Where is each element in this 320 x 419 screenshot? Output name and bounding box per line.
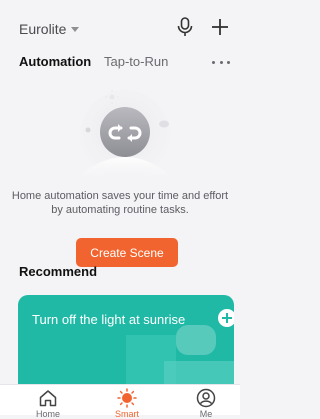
home-selector[interactable]: Eurolite — [19, 21, 80, 37]
bottom-nav: Home Smart Me — [0, 384, 240, 419]
card-decoration — [176, 325, 216, 355]
plus-icon[interactable] — [210, 17, 230, 37]
home-icon — [39, 390, 57, 407]
more-dot-icon — [212, 60, 215, 64]
more-dot-icon — [227, 60, 230, 64]
add-recommendation-icon[interactable] — [218, 309, 234, 327]
user-icon — [196, 388, 216, 408]
sun-icon — [117, 388, 137, 408]
home-name: Eurolite — [19, 21, 67, 37]
scene-tabs: Automation Tap-to-Run — [0, 52, 240, 72]
recommend-heading: Recommend — [19, 264, 98, 279]
nav-me[interactable]: Me — [176, 387, 236, 419]
more-dot-icon — [219, 60, 223, 64]
tab-tap-to-run[interactable]: Tap-to-Run — [104, 54, 168, 70]
automation-sync-icon — [74, 90, 176, 180]
nav-home[interactable]: Home — [18, 387, 78, 419]
tab-automation[interactable]: Automation — [19, 54, 91, 70]
nav-me-label: Me — [199, 409, 213, 419]
top-bar: Eurolite — [0, 0, 240, 48]
microphone-icon[interactable] — [177, 17, 193, 37]
nav-home-label: Home — [35, 409, 60, 419]
more-options-button[interactable] — [212, 55, 230, 69]
create-scene-button[interactable]: Create Scene — [76, 238, 178, 267]
nav-smart-label: Smart — [114, 409, 139, 419]
empty-state-text: Home automation saves your time and effo… — [11, 190, 229, 216]
nav-smart[interactable]: Smart — [97, 387, 157, 419]
caret-down-icon — [71, 26, 80, 32]
recommend-card[interactable]: Turn off the light at sunrise — [18, 295, 234, 395]
recommend-card-title: Turn off the light at sunrise — [32, 312, 186, 327]
